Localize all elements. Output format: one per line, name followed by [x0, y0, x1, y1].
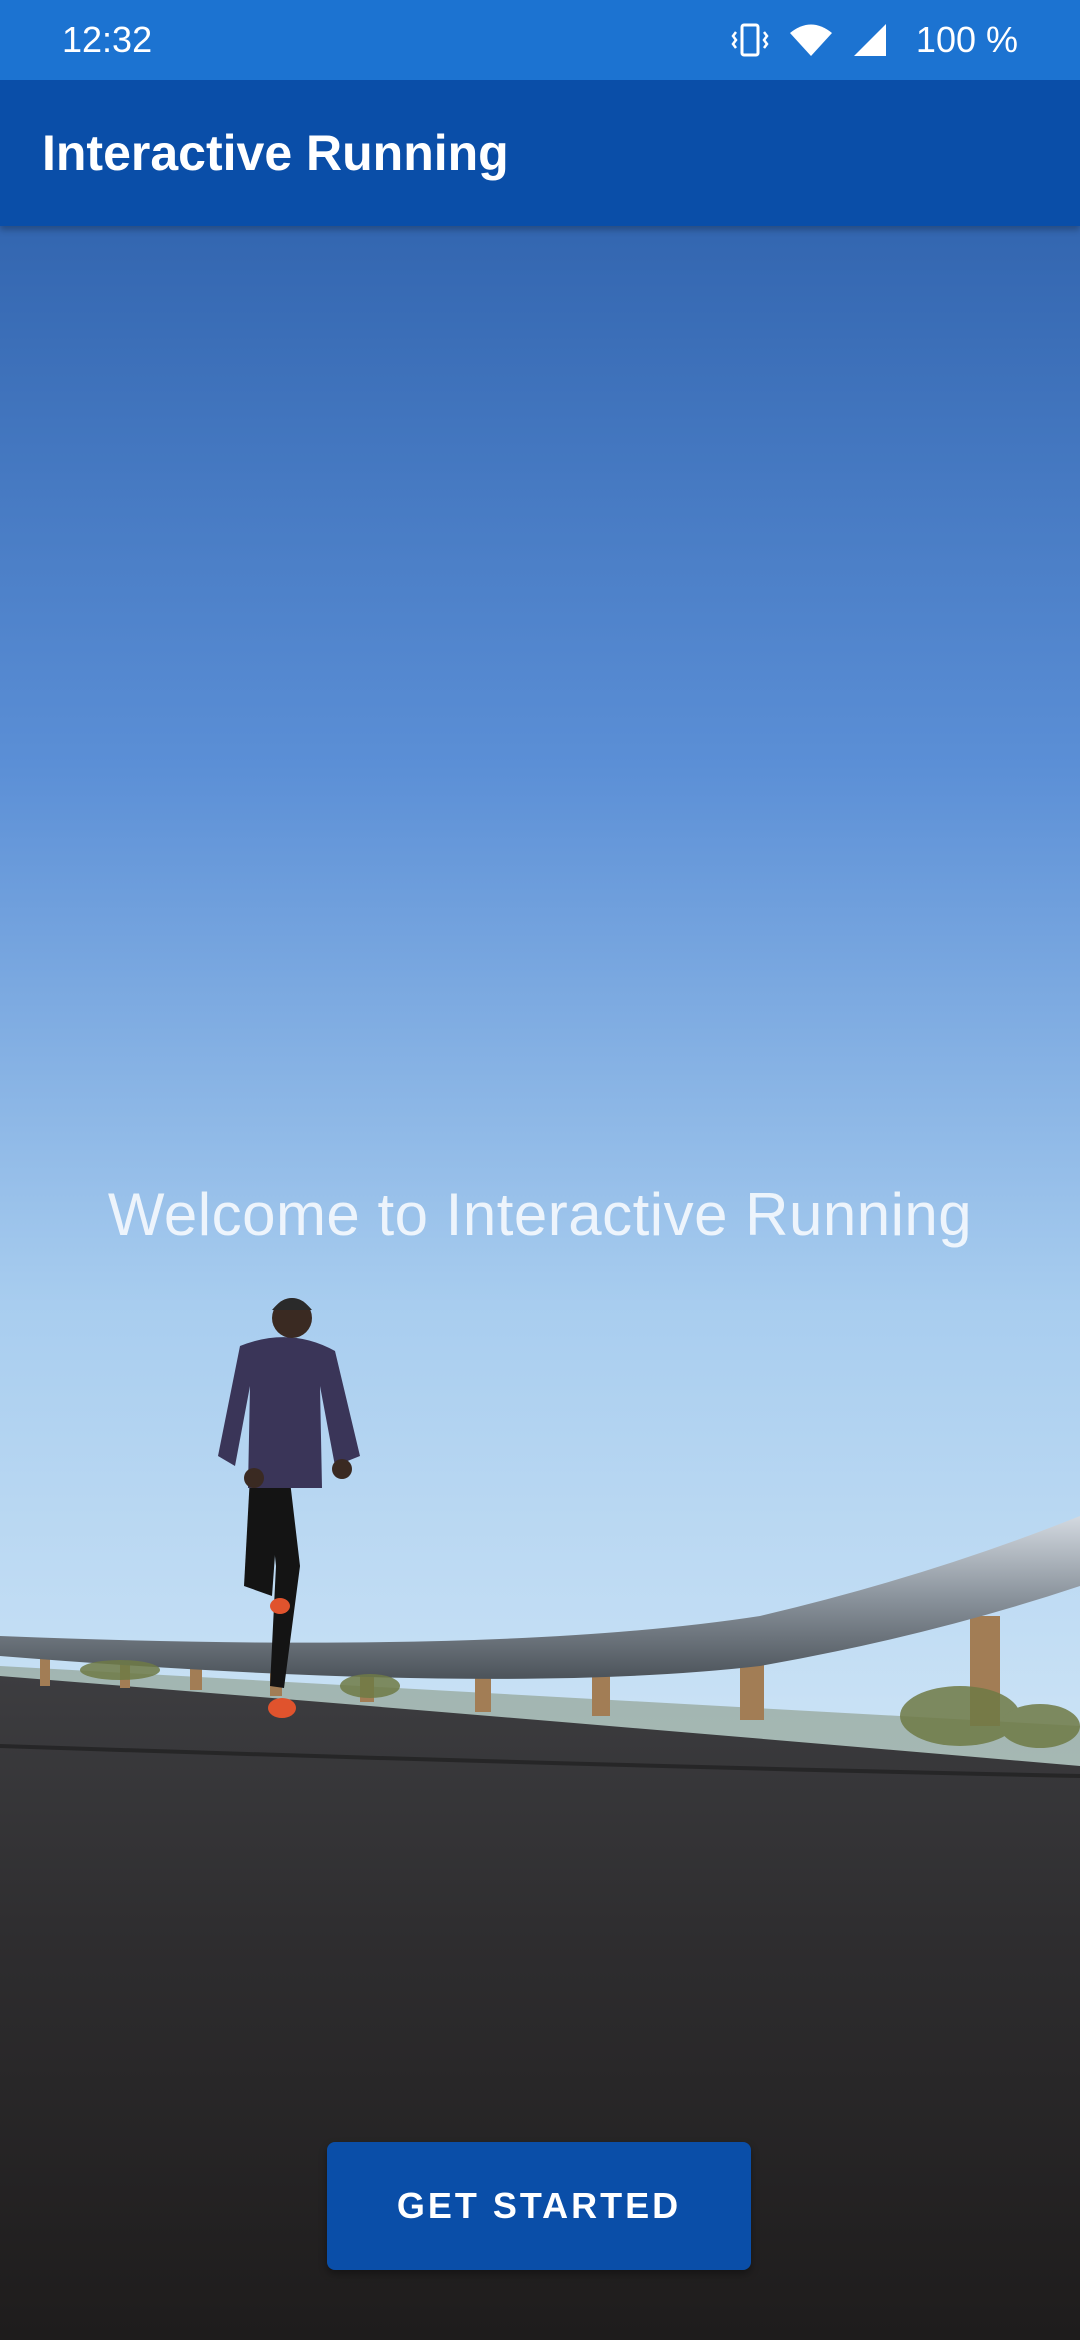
wifi-icon: [788, 22, 834, 58]
welcome-heading: Welcome to Interactive Running: [107, 1181, 973, 1248]
status-bar: 12:32 100 %: [0, 0, 1080, 80]
app-title: Interactive Running: [42, 125, 509, 181]
runner-scene-illustration: [0, 226, 1080, 2340]
get-started-button[interactable]: GET STARTED: [327, 2142, 751, 2270]
battery-percentage: 100 %: [915, 19, 1018, 60]
welcome-screen: 12:32 100 % Interactive Running Welcome …: [0, 0, 1080, 2340]
app-bar: Interactive Running: [0, 80, 1080, 226]
status-time: 12:32: [62, 19, 153, 60]
hero-background-photo: [0, 226, 1080, 2340]
vibrate-icon: [730, 22, 770, 58]
status-icons: 100 %: [730, 19, 1018, 61]
cellular-signal-icon: [852, 22, 888, 58]
